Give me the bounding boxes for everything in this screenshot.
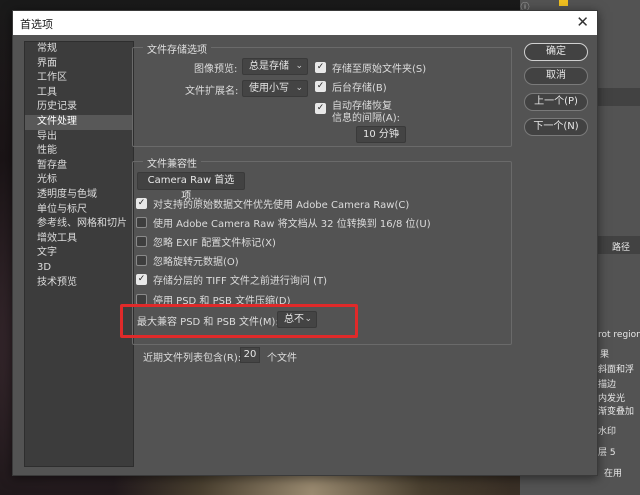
compat-checkbox[interactable] xyxy=(136,255,147,266)
next-button[interactable]: 下一个(N) xyxy=(524,118,588,136)
sidebar-item[interactable]: 工具 xyxy=(25,86,133,101)
sidebar-item[interactable]: 光标 xyxy=(25,173,133,188)
previous-button[interactable]: 上一个(P) xyxy=(524,93,588,111)
chevron-down-icon: ⌄ xyxy=(393,129,401,139)
ok-button[interactable]: 确定 xyxy=(524,43,588,61)
recent-files-suffix: 个文件 xyxy=(267,353,297,364)
compat-option-label: 忽略 EXIF 配置文件标记(X) xyxy=(153,238,276,249)
auto-save-label-line2: 信息的间隔(A): xyxy=(332,113,401,124)
file-compatibility-title: 文件兼容性 xyxy=(143,155,201,170)
effect-label[interactable]: 斜面和浮 xyxy=(598,362,634,375)
extension-dropdown[interactable]: 使用小写 ⌄ xyxy=(242,80,308,97)
cancel-button[interactable]: 取消 xyxy=(524,67,588,85)
compat-checkbox[interactable]: ✓ xyxy=(136,274,147,285)
extension-label: 文件扩展名: xyxy=(185,86,239,97)
background-save-label: 后台存储(B) xyxy=(332,83,387,94)
camera-raw-preferences-button[interactable]: Camera Raw 首选项... xyxy=(137,172,245,202)
save-to-original-option[interactable]: ✓ 存储至原始文件夹(S) xyxy=(315,60,426,75)
background-save-checkbox[interactable]: ✓ xyxy=(315,81,326,92)
compat-option-label: 使用 Adobe Camera Raw 将文档从 32 位转换到 16/8 位(… xyxy=(153,219,431,230)
sidebar-item[interactable]: 暂存盘 xyxy=(25,159,133,174)
effect-label[interactable]: 水印 xyxy=(598,424,616,437)
auto-save-option[interactable]: ✓ xyxy=(315,103,332,114)
sidebar-item[interactable]: 历史记录 xyxy=(25,100,133,115)
sidebar-list: 常规 界面 工作区 工具 历史记录 文件处理 导出 性能 暂存盘 光标 透明度与色域 单位与标尺 参考线… xyxy=(25,42,133,290)
sidebar-item[interactable]: 技术预览 xyxy=(25,276,133,291)
image-preview-label: 图像预览: xyxy=(194,64,238,75)
layer-label[interactable]: 层 5 xyxy=(598,445,616,458)
sidebar-item[interactable]: 性能 xyxy=(25,144,133,159)
save-to-original-checkbox[interactable]: ✓ xyxy=(315,62,326,73)
sidebar-item[interactable]: 文件处理 xyxy=(25,114,133,130)
sidebar-item[interactable]: 3D xyxy=(25,261,133,276)
image-preview-dropdown[interactable]: 总是存储 ⌄ xyxy=(242,58,308,75)
chevron-down-icon: ⌄ xyxy=(295,61,303,71)
compat-option-label: 忽略旋转元数据(O) xyxy=(153,257,239,268)
compat-option[interactable]: 使用 Adobe Camera Raw 将文档从 32 位转换到 16/8 位(… xyxy=(136,215,431,230)
preferences-sidebar: 常规 界面 工作区 工具 历史记录 文件处理 导出 性能 暂存盘 光标 透明度与色域 单位与标尺 参考线… xyxy=(24,41,134,467)
layer-label[interactable]: 在用 xyxy=(604,466,622,479)
image-preview-value: 总是存储 xyxy=(249,61,289,72)
extension-value: 使用小写 xyxy=(249,83,289,94)
recent-files-count-input[interactable]: 20 xyxy=(240,347,260,363)
file-save-options-title: 文件存储选项 xyxy=(143,41,211,56)
recent-files-label: 近期文件列表包含(R): xyxy=(143,353,242,364)
compat-checkbox[interactable] xyxy=(136,217,147,228)
sidebar-item[interactable]: 常规 xyxy=(25,42,133,57)
sidebar-item[interactable]: 导出 xyxy=(25,130,133,145)
auto-save-interval-dropdown[interactable]: 10 分钟 ⌄ xyxy=(356,126,406,143)
effect-label[interactable]: 果 xyxy=(600,347,609,360)
sidebar-item[interactable]: 界面 xyxy=(25,57,133,72)
close-icon[interactable]: ✕ xyxy=(576,13,589,31)
compat-option-label: 对支持的原始数据文件优先使用 Adobe Camera Raw(C) xyxy=(153,200,410,211)
auto-save-checkbox[interactable]: ✓ xyxy=(315,103,326,114)
compat-checkbox[interactable]: ✓ xyxy=(136,198,147,209)
color-swatch[interactable] xyxy=(559,0,568,6)
effect-label[interactable]: 内发光 xyxy=(598,391,625,404)
layer-label[interactable]: rot region xyxy=(598,330,640,340)
sidebar-item[interactable]: 文字 xyxy=(25,246,133,261)
effect-label[interactable]: 渐变叠加 xyxy=(598,404,634,417)
compat-option[interactable]: 忽略旋转元数据(O) xyxy=(136,253,239,268)
save-to-original-label: 存储至原始文件夹(S) xyxy=(332,64,427,75)
compat-option[interactable]: ✓ 对支持的原始数据文件优先使用 Adobe Camera Raw(C) xyxy=(136,196,409,211)
chevron-down-icon: ⌄ xyxy=(295,83,303,93)
paths-tab[interactable]: 路径 xyxy=(612,240,630,253)
compat-option[interactable]: 忽略 EXIF 配置文件标记(X) xyxy=(136,234,276,249)
compat-option-label: 存储分层的 TIFF 文件之前进行询问 (T) xyxy=(153,276,328,287)
dialog-title: 首选项 xyxy=(20,18,53,31)
sidebar-item[interactable]: 增效工具 xyxy=(25,232,133,247)
background-save-option[interactable]: ✓ 后台存储(B) xyxy=(315,79,387,94)
highlight-box xyxy=(120,304,358,338)
dialog-titlebar: 首选项 ✕ xyxy=(13,11,597,35)
effect-label[interactable]: 描边 xyxy=(598,377,616,390)
preferences-dialog: 首选项 ✕ 常规 界面 工作区 工具 历史记录 文件处理 导出 性能 暂存盘 光标 透明度与色域 单位… xyxy=(12,10,598,476)
sidebar-item[interactable]: 参考线、网格和切片 xyxy=(25,217,133,232)
compat-option[interactable]: ✓ 存储分层的 TIFF 文件之前进行询问 (T) xyxy=(136,272,327,287)
sidebar-item[interactable]: 单位与标尺 xyxy=(25,203,133,218)
sidebar-item[interactable]: 工作区 xyxy=(25,71,133,86)
compat-checkbox[interactable] xyxy=(136,236,147,247)
sidebar-item[interactable]: 透明度与色域 xyxy=(25,188,133,203)
